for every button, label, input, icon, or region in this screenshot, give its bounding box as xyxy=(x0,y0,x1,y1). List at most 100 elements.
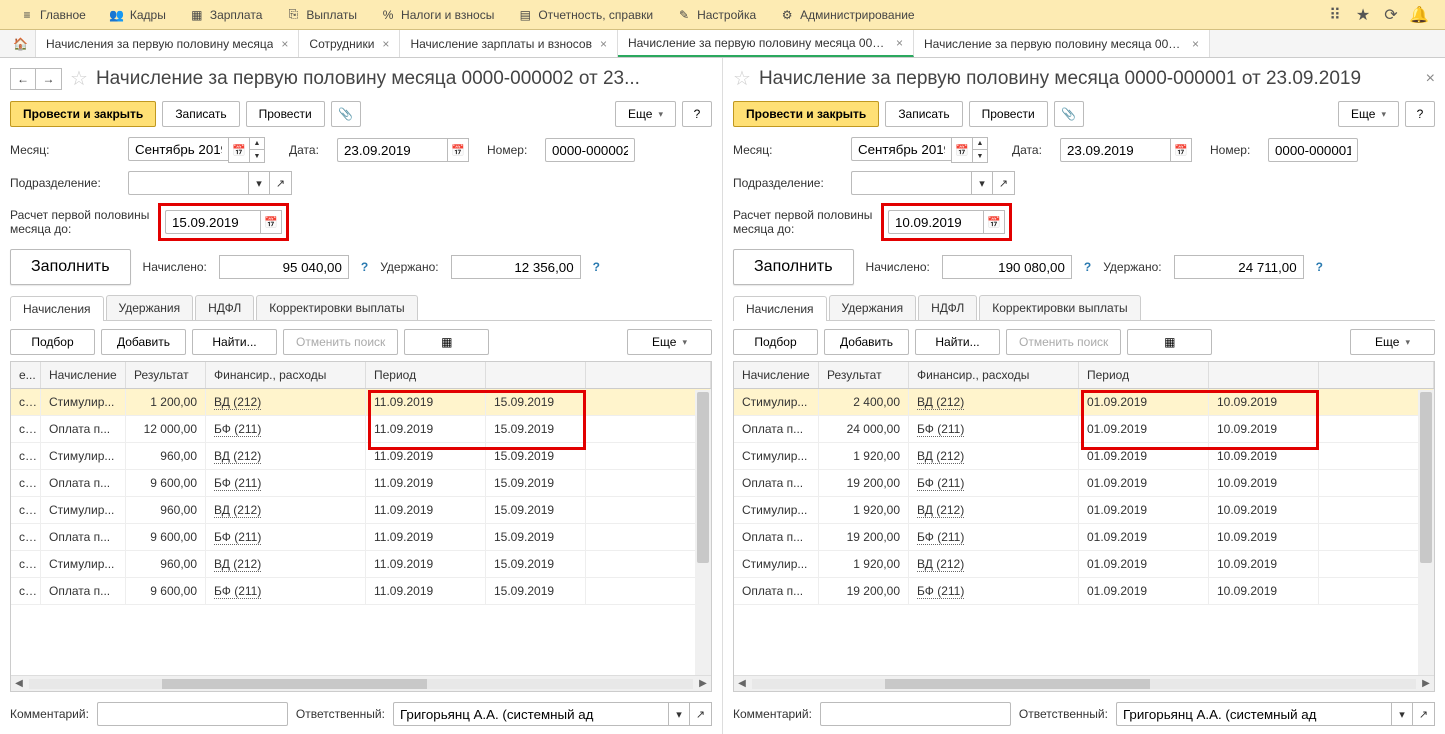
accrued-value[interactable] xyxy=(219,255,349,279)
table-row[interactable]: ст... Стимулир... 1 200,00 ВД (212) 11.0… xyxy=(11,389,711,416)
calendar-icon[interactable]: 📅 xyxy=(951,137,973,163)
topmenu-item[interactable]: ≡Главное xyxy=(8,0,98,29)
open-icon[interactable]: ↗ xyxy=(270,171,292,195)
add-button[interactable]: Добавить xyxy=(101,329,186,355)
calendar-icon[interactable]: 📅 xyxy=(447,138,469,162)
attach-button[interactable]: 📎 xyxy=(1054,101,1084,127)
calendar-icon[interactable]: 📅 xyxy=(228,137,250,163)
section-tab[interactable]: Начисления xyxy=(10,296,104,321)
section-tab[interactable]: Корректировки выплаты xyxy=(979,295,1140,320)
responsible-input[interactable] xyxy=(1116,702,1391,726)
save-button[interactable]: Записать xyxy=(885,101,962,127)
history-icon[interactable]: ⟳ xyxy=(1381,5,1401,25)
open-icon[interactable]: ↗ xyxy=(993,171,1015,195)
tab-close-icon[interactable]: × xyxy=(896,36,903,50)
help-button[interactable]: ? xyxy=(1405,101,1435,127)
tab-close-icon[interactable]: × xyxy=(281,37,288,51)
accruals-grid[interactable]: Начисление Результат Финансир., расходы … xyxy=(733,361,1435,692)
col-period2[interactable] xyxy=(486,362,586,388)
grid-settings-button[interactable]: ▦ xyxy=(1127,329,1212,355)
find-button[interactable]: Найти... xyxy=(192,329,277,355)
favorite-star-icon[interactable]: ☆ xyxy=(70,66,88,91)
favorite-star-icon[interactable]: ☆ xyxy=(733,66,751,91)
table-row[interactable]: Оплата п... 19 200,00 БФ (211) 01.09.201… xyxy=(734,470,1434,497)
dropdown-icon[interactable]: ▾ xyxy=(668,702,690,726)
calendar-icon[interactable]: 📅 xyxy=(983,210,1005,234)
help-icon[interactable]: ? xyxy=(361,260,368,274)
more-button[interactable]: Еще xyxy=(1338,101,1399,127)
responsible-input[interactable] xyxy=(393,702,668,726)
table-row[interactable]: ст... Стимулир... 960,00 ВД (212) 11.09.… xyxy=(11,497,711,524)
vertical-scrollbar[interactable] xyxy=(1418,390,1434,675)
col-accrual[interactable]: Начисление xyxy=(734,362,819,388)
table-row[interactable]: ст... Оплата п... 12 000,00 БФ (211) 11.… xyxy=(11,416,711,443)
open-icon[interactable]: ↗ xyxy=(690,702,712,726)
attach-button[interactable]: 📎 xyxy=(331,101,361,127)
document-tab[interactable]: Начисления за первую половину месяца× xyxy=(36,30,299,57)
col-result[interactable]: Результат xyxy=(126,362,206,388)
favorite-icon[interactable]: ★ xyxy=(1353,5,1373,25)
table-row[interactable]: ст... Стимулир... 960,00 ВД (212) 11.09.… xyxy=(11,443,711,470)
grid-more-button[interactable]: Еще xyxy=(1350,329,1435,355)
document-tab[interactable]: Сотрудники× xyxy=(299,30,400,57)
fill-button[interactable]: Заполнить xyxy=(10,249,131,285)
tab-close-icon[interactable]: × xyxy=(600,37,607,51)
section-tab[interactable]: Удержания xyxy=(829,295,917,320)
table-row[interactable]: ст... Оплата п... 9 600,00 БФ (211) 11.0… xyxy=(11,524,711,551)
help-button[interactable]: ? xyxy=(682,101,712,127)
table-row[interactable]: ст... Стимулир... 960,00 ВД (212) 11.09.… xyxy=(11,551,711,578)
save-button[interactable]: Записать xyxy=(162,101,239,127)
withheld-value[interactable] xyxy=(451,255,581,279)
more-button[interactable]: Еще xyxy=(615,101,676,127)
col-employee[interactable]: е... xyxy=(11,362,41,388)
col-accrual[interactable]: Начисление xyxy=(41,362,126,388)
topmenu-item[interactable]: %Налоги и взносы xyxy=(369,0,506,29)
topmenu-item[interactable]: ✎Настройка xyxy=(665,0,768,29)
select-button[interactable]: Подбор xyxy=(733,329,818,355)
calc-date-input[interactable] xyxy=(888,210,983,234)
dropdown-icon[interactable]: ▾ xyxy=(1391,702,1413,726)
post-button[interactable]: Провести xyxy=(969,101,1048,127)
grid-more-button[interactable]: Еще xyxy=(627,329,712,355)
horizontal-scrollbar[interactable]: ◀▶ xyxy=(11,675,711,691)
section-tab[interactable]: Начисления xyxy=(733,296,827,321)
home-icon[interactable]: 🏠 xyxy=(6,30,36,57)
col-period2[interactable] xyxy=(1209,362,1319,388)
col-result[interactable]: Результат xyxy=(819,362,909,388)
close-icon[interactable]: × xyxy=(1426,70,1435,88)
topmenu-item[interactable]: 👥Кадры xyxy=(98,0,178,29)
post-and-close-button[interactable]: Провести и закрыть xyxy=(10,101,156,127)
tab-close-icon[interactable]: × xyxy=(1192,37,1199,51)
col-financing[interactable]: Финансир., расходы xyxy=(909,362,1079,388)
post-button[interactable]: Провести xyxy=(246,101,325,127)
topmenu-item[interactable]: ⎘Выплаты xyxy=(274,0,369,29)
open-icon[interactable]: ↗ xyxy=(1413,702,1435,726)
number-input[interactable] xyxy=(1268,138,1358,162)
month-spinner[interactable]: ▲▼ xyxy=(250,137,265,163)
col-period[interactable]: Период xyxy=(366,362,486,388)
calendar-icon[interactable]: 📅 xyxy=(1170,138,1192,162)
section-tab[interactable]: НДФЛ xyxy=(918,295,977,320)
nav-forward-button[interactable]: → xyxy=(36,68,62,90)
number-input[interactable] xyxy=(545,138,635,162)
add-button[interactable]: Добавить xyxy=(824,329,909,355)
accrued-value[interactable] xyxy=(942,255,1072,279)
dept-input[interactable] xyxy=(128,171,248,195)
table-row[interactable]: ст... Оплата п... 9 600,00 БФ (211) 11.0… xyxy=(11,470,711,497)
date-input[interactable] xyxy=(1060,138,1170,162)
table-row[interactable]: Оплата п... 19 200,00 БФ (211) 01.09.201… xyxy=(734,524,1434,551)
topmenu-item[interactable]: ⚙Администрирование xyxy=(768,0,926,29)
topmenu-item[interactable]: ▦Зарплата xyxy=(178,0,275,29)
section-tab[interactable]: Корректировки выплаты xyxy=(256,295,417,320)
accruals-grid[interactable]: е... Начисление Результат Финансир., рас… xyxy=(10,361,712,692)
table-row[interactable]: Оплата п... 24 000,00 БФ (211) 01.09.201… xyxy=(734,416,1434,443)
month-spinner[interactable]: ▲▼ xyxy=(973,137,988,163)
topmenu-item[interactable]: ▤Отчетность, справки xyxy=(506,0,665,29)
horizontal-scrollbar[interactable]: ◀▶ xyxy=(734,675,1434,691)
document-tab[interactable]: Начисление зарплаты и взносов× xyxy=(400,30,618,57)
comment-input[interactable] xyxy=(820,702,1011,726)
col-financing[interactable]: Финансир., расходы xyxy=(206,362,366,388)
document-tab[interactable]: Начисление за первую половину месяца 000… xyxy=(914,30,1210,57)
calc-date-input[interactable] xyxy=(165,210,260,234)
document-tab[interactable]: Начисление за первую половину месяца 000… xyxy=(618,30,914,57)
